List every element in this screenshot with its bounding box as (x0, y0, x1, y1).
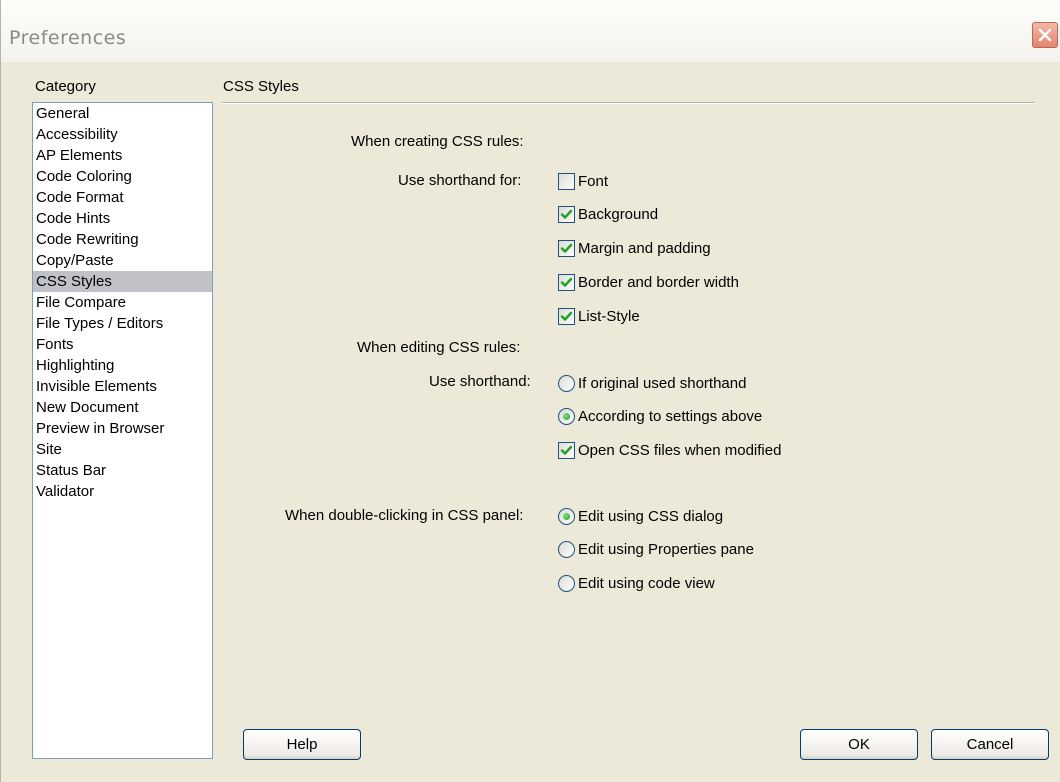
category-item[interactable]: New Document (33, 397, 212, 418)
category-item[interactable]: AP Elements (33, 145, 212, 166)
edit-css-dialog-option[interactable]: Edit using CSS dialog (558, 505, 723, 527)
category-item[interactable]: File Types / Editors (33, 313, 212, 334)
radio-selected-dot (563, 512, 570, 520)
according-to-settings-option[interactable]: According to settings above (558, 405, 762, 427)
edit-code-view-radio-label: Edit using code view (578, 574, 715, 592)
category-item[interactable]: General (33, 103, 212, 124)
checkmark-icon (560, 311, 573, 321)
font-checkbox-label: Font (578, 172, 609, 190)
use-shorthand-label: Use shorthand: (429, 373, 531, 390)
cancel-button[interactable]: Cancel (931, 729, 1049, 760)
category-item[interactable]: CSS Styles (33, 271, 212, 292)
category-item[interactable]: Fonts (33, 334, 212, 355)
preferences-dialog: Preferences Category General Accessibilit… (0, 0, 1060, 782)
category-item[interactable]: Code Coloring (33, 166, 212, 187)
edit-css-dialog-radio-label: Edit using CSS dialog (578, 507, 724, 525)
edit-properties-pane-option[interactable]: Edit using Properties pane (558, 538, 754, 560)
category-item[interactable]: File Compare (33, 292, 212, 313)
ok-button[interactable]: OK (800, 729, 918, 760)
category-item[interactable]: Preview in Browser (33, 418, 212, 439)
edit-code-view-radio[interactable] (558, 574, 575, 592)
category-item[interactable]: Status Bar (33, 460, 212, 481)
panel-divider (222, 102, 1035, 104)
edit-code-view-option[interactable]: Edit using code view (558, 572, 715, 594)
category-item[interactable]: Invisible Elements (33, 376, 212, 397)
background-checkbox[interactable] (558, 205, 575, 223)
category-item[interactable]: Validator (33, 481, 212, 502)
shorthand-margin-option[interactable]: Margin and padding (558, 237, 711, 259)
panel-title: CSS Styles (223, 78, 299, 95)
dialog-title: Preferences (9, 27, 127, 49)
edit-properties-radio-label: Edit using Properties pane (578, 540, 754, 558)
title-bar: Preferences (1, 0, 1060, 62)
open-css-checkbox-label: Open CSS files when modified (578, 441, 782, 459)
category-item[interactable]: Copy/Paste (33, 250, 212, 271)
category-list[interactable]: General Accessibility AP Elements Code Colo… (32, 102, 213, 759)
category-item[interactable]: Site (33, 439, 212, 460)
checkmark-icon (560, 209, 573, 219)
radio-selected-dot (563, 412, 570, 420)
checkmark-icon (560, 243, 573, 253)
checkmark-icon (560, 277, 573, 287)
background-checkbox-label: Background (578, 205, 659, 223)
according-settings-radio-label: According to settings above (578, 407, 763, 425)
border-checkbox-label: Border and border width (578, 273, 739, 291)
margin-padding-checkbox-label: Margin and padding (578, 239, 711, 257)
use-shorthand-for-label: Use shorthand for: (398, 172, 522, 189)
shorthand-list-style-option[interactable]: List-Style (558, 305, 640, 327)
margin-padding-checkbox[interactable] (558, 239, 575, 257)
category-item[interactable]: Highlighting (33, 355, 212, 376)
if-original-radio[interactable] (558, 374, 575, 392)
open-css-files-option[interactable]: Open CSS files when modified (558, 439, 781, 461)
close-button[interactable] (1032, 22, 1058, 48)
shorthand-background-option[interactable]: Background (558, 203, 658, 225)
list-style-checkbox[interactable] (558, 307, 575, 325)
creating-heading: When creating CSS rules: (351, 133, 524, 150)
edit-css-dialog-radio[interactable] (558, 507, 575, 525)
category-label: Category (35, 78, 96, 95)
shorthand-border-option[interactable]: Border and border width (558, 271, 739, 293)
edit-properties-radio[interactable] (558, 540, 575, 558)
category-item[interactable]: Code Rewriting (33, 229, 212, 250)
help-button[interactable]: Help (243, 729, 361, 760)
category-item[interactable]: Accessibility (33, 124, 212, 145)
according-settings-radio[interactable] (558, 407, 575, 425)
shorthand-font-option[interactable]: Font (558, 170, 608, 192)
list-style-checkbox-label: List-Style (578, 307, 640, 325)
font-checkbox[interactable] (558, 172, 575, 190)
double-click-label: When double-clicking in CSS panel: (285, 507, 524, 524)
close-icon (1038, 28, 1052, 42)
if-original-radio-label: If original used shorthand (578, 374, 747, 392)
open-css-checkbox[interactable] (558, 441, 575, 459)
border-checkbox[interactable] (558, 273, 575, 291)
editing-heading: When editing CSS rules: (357, 339, 521, 356)
category-item[interactable]: Code Hints (33, 208, 212, 229)
if-original-shorthand-option[interactable]: If original used shorthand (558, 372, 746, 394)
checkmark-icon (560, 445, 573, 455)
category-item[interactable]: Code Format (33, 187, 212, 208)
